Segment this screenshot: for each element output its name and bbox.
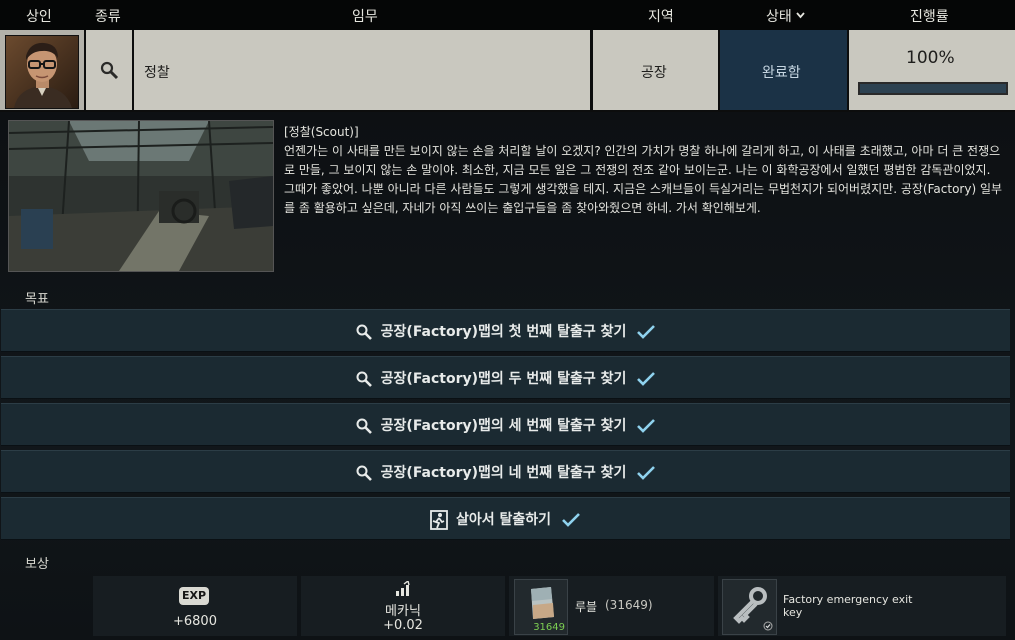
reward-item-name: Factory emergency exit key [783, 593, 913, 619]
header-location[interactable]: 지역 [648, 6, 674, 26]
reward-skill-name: 메카닉 [385, 604, 421, 619]
money-stack-count: 31649 [533, 622, 565, 633]
objective-row: 공장(Factory)맵의 첫 번째 탈출구 찾기 [1, 309, 1010, 352]
reward-item[interactable]: Factory emergency exit key [718, 576, 1006, 636]
trader-cell[interactable] [0, 30, 84, 110]
check-icon [562, 513, 580, 527]
objective-row: 공장(Factory)맵의 두 번째 탈출구 찾기 [1, 356, 1010, 399]
check-icon [637, 325, 656, 339]
quest-description: [정찰(Scout)] 언젠가는 이 사태를 만든 보이지 않는 손을 처리할 … [284, 123, 1004, 218]
description-body: 언젠가는 이 사태를 만든 보이지 않는 손을 처리할 날이 오겠지? 인간의 … [284, 144, 1003, 215]
search-icon [356, 465, 372, 481]
exit-run-icon [430, 510, 448, 530]
objective-text: 공장(Factory)맵의 네 번째 탈출구 찾기 [380, 465, 627, 481]
trader-portrait [5, 35, 79, 109]
rewards-label: 보상 [25, 557, 49, 572]
header-status[interactable]: 상태 [766, 6, 805, 26]
rewards-row: EXP +6800 메카닉 +0.02 31649 루블 (31649) Fac… [0, 576, 1015, 640]
header-type[interactable]: 종류 [95, 6, 121, 26]
objectives-label: 목표 [25, 292, 49, 307]
checkmark-circle-icon [763, 621, 773, 631]
progress-bar [858, 82, 1008, 95]
objective-row: 살아서 탈출하기 [1, 497, 1010, 540]
money-item-slot[interactable]: 31649 [514, 579, 568, 635]
quest-location: 공장 [641, 65, 667, 81]
search-icon [356, 371, 372, 387]
skill-up-icon [396, 581, 410, 596]
location-cell[interactable]: 공장 [593, 30, 718, 110]
key-item-slot[interactable] [722, 579, 777, 635]
reward-money-label: 루블 [575, 600, 598, 614]
type-cell[interactable] [86, 30, 132, 110]
table-header: 상인 종류 임무 지역 상태 진행률 [0, 0, 1015, 30]
chevron-down-icon [796, 12, 805, 19]
objective-row: 공장(Factory)맵의 세 번째 탈출구 찾기 [1, 403, 1010, 446]
header-status-label: 상태 [766, 9, 792, 25]
objective-text: 공장(Factory)맵의 두 번째 탈출구 찾기 [380, 371, 627, 387]
reward-exp-value: +6800 [173, 614, 217, 629]
progress-bar-fill [860, 84, 1006, 93]
exp-badge: EXP [179, 587, 209, 605]
check-icon [637, 419, 656, 433]
task-cell[interactable]: 정찰 [134, 30, 590, 110]
quest-details: [정찰(Scout)] 언젠가는 이 사태를 만든 보이지 않는 손을 처리할 … [0, 112, 1015, 640]
reward-skill-value: +0.02 [383, 618, 423, 633]
header-task[interactable]: 임무 [352, 6, 378, 26]
status-badge: 완료함 [762, 65, 801, 81]
check-icon [637, 466, 656, 480]
search-icon [356, 324, 372, 340]
header-progress[interactable]: 진행률 [910, 6, 949, 26]
search-icon [356, 418, 372, 434]
reward-skill: 메카닉 +0.02 [301, 576, 505, 636]
reward-exp: EXP +6800 [93, 576, 297, 636]
progress-percent: 100% [906, 48, 955, 68]
description-title: [정찰(Scout)] [284, 125, 359, 139]
location-image [8, 120, 274, 272]
objective-text: 공장(Factory)맵의 세 번째 탈출구 찾기 [380, 418, 627, 434]
quest-name: 정찰 [144, 65, 170, 81]
search-icon [100, 61, 119, 80]
status-cell[interactable]: 완료함 [720, 30, 847, 110]
header-trader[interactable]: 상인 [26, 6, 52, 26]
quest-row[interactable]: 정찰 공장 완료함 100% [0, 30, 1015, 112]
objective-row: 공장(Factory)맵의 네 번째 탈출구 찾기 [1, 450, 1010, 493]
objective-text: 살아서 탈출하기 [455, 512, 552, 528]
rouble-stack-icon [531, 587, 554, 619]
reward-money-amount: (31649) [605, 598, 653, 612]
check-icon [637, 372, 656, 386]
progress-cell: 100% [849, 30, 1015, 110]
reward-money[interactable]: 31649 루블 (31649) [509, 576, 714, 636]
objective-text: 공장(Factory)맵의 첫 번째 탈출구 찾기 [380, 324, 627, 340]
